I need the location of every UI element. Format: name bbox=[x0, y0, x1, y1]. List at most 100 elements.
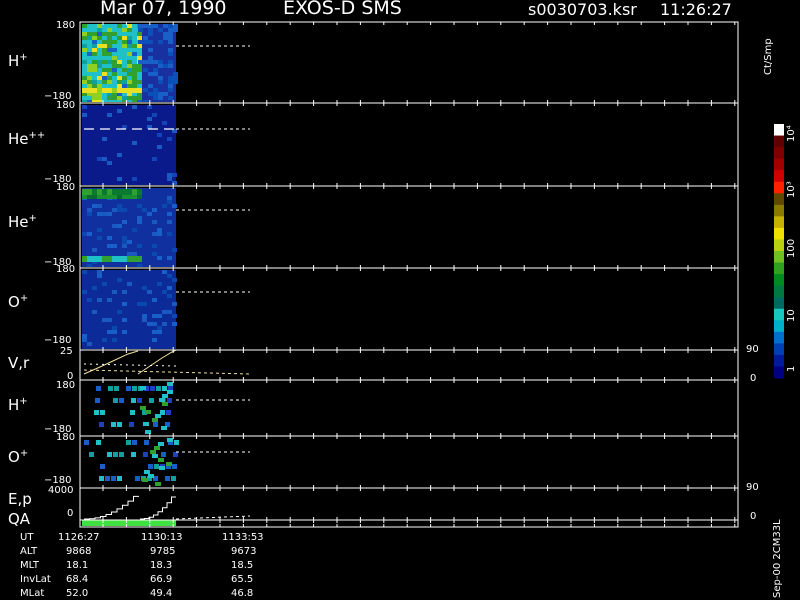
heatmap-cell bbox=[132, 84, 137, 88]
ytick-oplus2-max: 180 bbox=[56, 432, 76, 443]
heatmap-cell bbox=[153, 68, 158, 72]
heatmap-cell bbox=[112, 326, 117, 330]
heatmap-cell bbox=[102, 256, 107, 262]
colorbar-swatch bbox=[774, 181, 784, 194]
heatmap-cell bbox=[166, 462, 172, 466]
heatmap-cell bbox=[112, 24, 117, 28]
heatmap-cell bbox=[142, 286, 147, 290]
heatmap-cell bbox=[102, 72, 107, 76]
footer-value: 68.4 bbox=[66, 574, 89, 585]
heatmap-cell bbox=[173, 72, 178, 76]
heatmap-cell bbox=[122, 220, 127, 224]
colorbar-swatch bbox=[774, 308, 784, 321]
panel-frame-oplus bbox=[79, 267, 739, 351]
heatmap-cell bbox=[97, 44, 102, 48]
heatmap-cell bbox=[127, 60, 132, 64]
header-date: Mar 07, 1990 bbox=[100, 0, 227, 19]
header-file: s0030703.ksr bbox=[528, 0, 637, 19]
heatmap-cell bbox=[138, 24, 143, 28]
heatmap-cell bbox=[173, 452, 178, 457]
heatmap-cell bbox=[132, 252, 137, 256]
heatmap-cell bbox=[132, 195, 137, 199]
heatmap-cell bbox=[112, 189, 117, 195]
panel-label-oplus-2: O+ bbox=[8, 448, 29, 466]
heatmap-cell bbox=[148, 24, 153, 28]
heatmap-cell bbox=[87, 24, 92, 28]
heatmap-cell bbox=[100, 464, 105, 469]
heatmap-cell bbox=[167, 220, 172, 224]
heatmap-cell bbox=[92, 64, 97, 68]
heatmap-cell bbox=[117, 310, 122, 314]
heatmap-cell bbox=[89, 452, 94, 457]
heatmap-cell bbox=[99, 476, 104, 481]
heatmap-cell bbox=[117, 32, 122, 36]
heatmap-cell bbox=[162, 310, 167, 314]
heatmap-cell bbox=[132, 96, 137, 100]
ytick-oplus-max: 180 bbox=[56, 264, 76, 275]
heatmap-cell bbox=[82, 32, 87, 36]
heatmap-cell bbox=[167, 212, 172, 216]
heatmap-cell bbox=[132, 24, 137, 28]
heatmap-cell bbox=[137, 84, 142, 88]
heatmap-cell bbox=[97, 157, 102, 161]
heatmap-cell bbox=[102, 32, 107, 36]
panel-label-hplus-2: H+ bbox=[8, 396, 28, 414]
heatmap-cell bbox=[119, 398, 124, 403]
footer-value: 49.4 bbox=[150, 588, 173, 599]
heatmap-cell bbox=[107, 40, 112, 44]
heatmap-cell bbox=[107, 113, 112, 117]
heatmap-cell bbox=[111, 422, 116, 427]
heatmap-cell bbox=[168, 48, 173, 52]
heatmap-cell bbox=[172, 129, 177, 133]
footer-value: 66.9 bbox=[150, 574, 173, 585]
heatmap-cell bbox=[102, 28, 107, 32]
heatmap-cell bbox=[97, 270, 102, 274]
heatmap-cell bbox=[82, 64, 87, 68]
heatmap-cell bbox=[163, 24, 168, 28]
heatmap-cell bbox=[122, 48, 127, 52]
heatmap-cell bbox=[112, 56, 117, 60]
heatmap-cell bbox=[122, 330, 127, 334]
heatmap-cell bbox=[92, 24, 97, 28]
heatmap-cell bbox=[82, 334, 87, 338]
heatmap-cell bbox=[122, 96, 127, 100]
heatmap-cell bbox=[92, 44, 97, 48]
heatmap-cell bbox=[152, 314, 157, 318]
heatmap-cell bbox=[127, 40, 132, 44]
heatmap-cell bbox=[112, 32, 117, 36]
heatmap-cell bbox=[111, 476, 116, 481]
heatmap-cell bbox=[117, 44, 122, 48]
heatmap-cell bbox=[99, 422, 104, 427]
heatmap-cell bbox=[127, 252, 132, 256]
heatmap-cell bbox=[162, 204, 167, 208]
heatmap-cell bbox=[167, 438, 173, 442]
heatmap-cell bbox=[107, 452, 112, 457]
ytick-vr-right-min: 0 bbox=[750, 373, 757, 384]
heatmap-cell bbox=[159, 398, 165, 402]
heatmap-cell bbox=[142, 208, 147, 212]
heatmap-cell bbox=[82, 290, 87, 294]
heatmap-cell bbox=[102, 189, 107, 195]
heatmap-cell bbox=[87, 195, 92, 199]
heatmap-cell bbox=[132, 68, 137, 72]
heatmap-cell bbox=[97, 212, 102, 216]
heatmap-cell bbox=[82, 56, 87, 60]
heatmap-cell bbox=[97, 64, 102, 68]
heatmap-cell bbox=[127, 72, 132, 76]
heatmap-cell bbox=[107, 28, 112, 32]
footer-value: 1130:13 bbox=[141, 532, 183, 543]
heatmap-cell bbox=[97, 96, 102, 100]
heatmap-cell bbox=[147, 290, 152, 294]
heatmap-cell bbox=[137, 244, 142, 248]
panel-label-vr: V,r bbox=[8, 354, 30, 372]
heatmap-cell bbox=[117, 153, 122, 157]
panel-frame-vr bbox=[79, 349, 739, 381]
panel-frame-heplus bbox=[79, 185, 739, 269]
heatmap-cell bbox=[167, 256, 172, 260]
heatmap-cell bbox=[137, 56, 142, 60]
heatmap-cell bbox=[107, 32, 112, 36]
heatmap-cell bbox=[157, 314, 162, 318]
heatmap-cell bbox=[137, 88, 142, 93]
heatmap-cell bbox=[152, 232, 157, 236]
heatmap-cell bbox=[87, 208, 92, 212]
